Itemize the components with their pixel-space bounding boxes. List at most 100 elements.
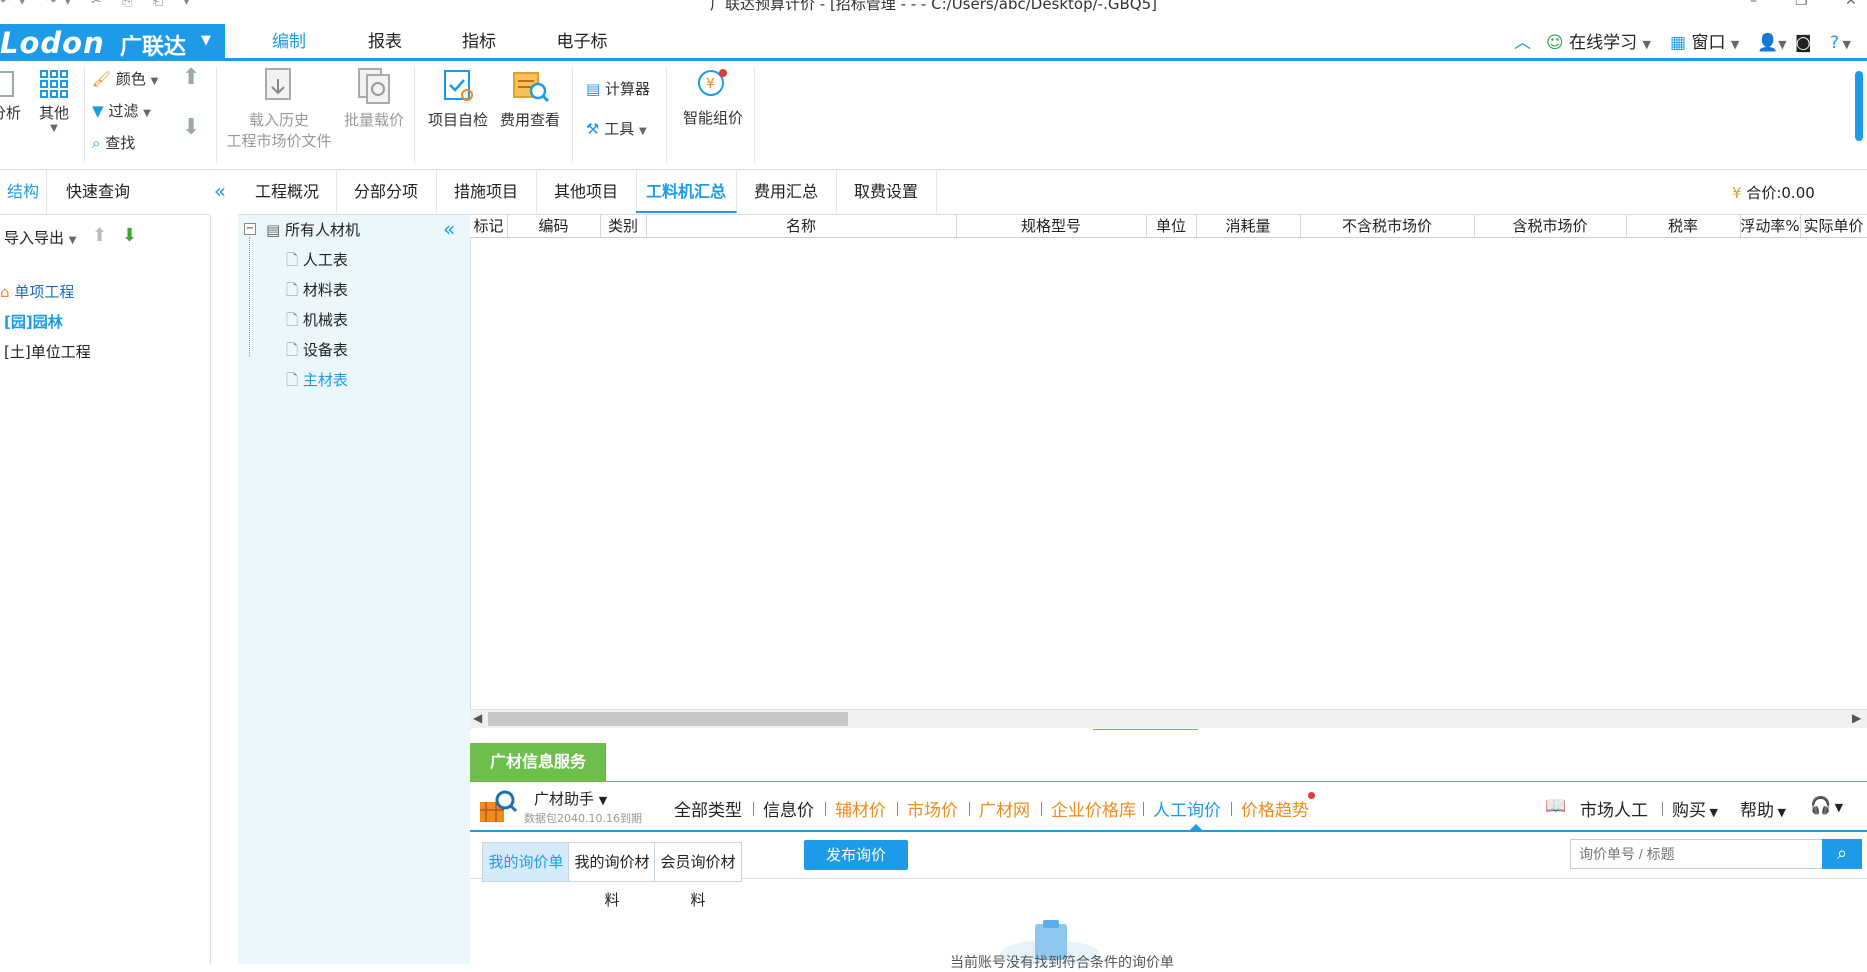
- link-market-price[interactable]: 市场价: [907, 796, 958, 821]
- assistant-dropdown[interactable]: 广材助手 ▼: [534, 788, 607, 809]
- collapse-left-icon[interactable]: «: [205, 170, 235, 213]
- other-button[interactable]: 其他 ▼: [34, 68, 74, 134]
- column-header-actual-price[interactable]: 实际单价: [1800, 215, 1867, 237]
- column-header-price-excl-tax[interactable]: 不含税市场价: [1300, 215, 1475, 237]
- app-logo-menu[interactable]: Lodon 广联达 ▼: [0, 24, 225, 60]
- tab-sub-items[interactable]: 分部分项: [336, 170, 437, 213]
- column-header-consumption[interactable]: 消耗量: [1196, 215, 1301, 237]
- tab-other-items[interactable]: 其他项目: [536, 170, 637, 213]
- column-header-mark[interactable]: 标记: [470, 215, 508, 237]
- close-icon[interactable]: ✕: [1845, 0, 1857, 9]
- import-export-button[interactable]: 导入导出 ▼: [4, 227, 77, 248]
- project-check-button[interactable]: 项目自检: [424, 67, 492, 130]
- restore-icon[interactable]: ❐: [1795, 0, 1808, 9]
- project-check-icon: [444, 70, 473, 101]
- publish-inquiry-button[interactable]: 发布询价: [804, 840, 908, 870]
- column-header-spec[interactable]: 规格型号: [956, 215, 1147, 237]
- tree-item-equipment[interactable]: 🗋 设备表: [286, 335, 348, 365]
- column-header-float-rate[interactable]: 浮动率%: [1740, 215, 1801, 237]
- help-menu[interactable]: 帮助 ▼: [1740, 796, 1786, 821]
- filter-label: 过滤: [108, 102, 139, 120]
- inquiry-search-input[interactable]: [1570, 839, 1840, 869]
- batch-load-button[interactable]: 批量载价: [340, 67, 408, 130]
- tree-item-garden[interactable]: [园]园林: [4, 307, 63, 337]
- fee-view-icon: [513, 72, 550, 103]
- column-header-name[interactable]: 名称: [646, 215, 957, 237]
- column-header-price-incl-tax[interactable]: 含税市场价: [1474, 215, 1627, 237]
- arrow-up-icon[interactable]: ⬆: [92, 225, 107, 246]
- tree-item-machinery[interactable]: 🗋 机械表: [286, 305, 348, 335]
- move-down-icon[interactable]: ⬇: [182, 115, 200, 140]
- tree-item-material[interactable]: 🗋 材料表: [286, 275, 348, 305]
- scroll-right-icon[interactable]: ▶: [1852, 711, 1861, 725]
- house-icon: ⌂: [0, 283, 10, 301]
- scrollbar-thumb[interactable]: [488, 712, 848, 726]
- tree-item-main-material[interactable]: 🗋 主材表: [286, 365, 348, 395]
- other-label: 其他: [38, 104, 69, 122]
- column-header-code[interactable]: 编码: [507, 215, 601, 237]
- tab-quick-query[interactable]: 快速查询: [54, 170, 142, 213]
- buy-menu[interactable]: 购买 ▼: [1672, 796, 1718, 821]
- customer-service-icon[interactable]: 🎧 ▼: [1810, 796, 1843, 816]
- color-button[interactable]: 🖌 颜色 ▼: [92, 67, 158, 91]
- link-labor-inquiry[interactable]: 人工询价: [1153, 796, 1221, 821]
- tab-my-inquiries[interactable]: 我的询价单: [482, 842, 570, 882]
- tab-fee-settings[interactable]: 取费设置: [836, 170, 937, 213]
- fee-view-button[interactable]: 费用查看: [496, 67, 564, 130]
- move-up-icon[interactable]: ⬆: [182, 65, 200, 90]
- tab-my-inquiry-materials[interactable]: 我的询价材料: [568, 842, 656, 909]
- find-button[interactable]: ⌕ 查找: [92, 131, 135, 155]
- total-price: ¥ 合价:0.00: [1732, 182, 1815, 203]
- tab-measures[interactable]: 措施项目: [436, 170, 537, 213]
- online-learning-button[interactable]: ☺ 在线学习 ▼: [1546, 28, 1651, 58]
- tree-root-all-resources[interactable]: ▤ 所有人材机: [266, 215, 360, 245]
- link-material-website[interactable]: 广材网: [979, 796, 1030, 821]
- tools-button[interactable]: ⚒ 工具 ▼: [586, 117, 647, 141]
- tab-edit[interactable]: 编制: [240, 28, 338, 61]
- tab-structure[interactable]: 结构: [0, 170, 47, 213]
- collapse-tree-icon[interactable]: «: [443, 217, 455, 241]
- analysis-button[interactable]: 分析: [0, 68, 26, 123]
- user-icon[interactable]: 👤▼: [1757, 28, 1787, 58]
- tab-e-bid[interactable]: 电子标: [526, 28, 638, 58]
- file-icon: 🗋: [286, 311, 299, 329]
- help-label: 帮助: [1740, 801, 1774, 821]
- link-aux-material-price[interactable]: 辅材价: [835, 796, 886, 821]
- color-bucket-icon: 🖌: [92, 70, 112, 88]
- tab-fee-summary[interactable]: 费用汇总: [736, 170, 837, 213]
- market-labor-link[interactable]: 市场人工: [1580, 796, 1648, 821]
- resource-grid-header: 标记 编码 类别 名称 规格型号 单位 消耗量 不含税市场价 含税市场价 税率 …: [470, 215, 1867, 238]
- horizontal-scrollbar[interactable]: ◀ ▶: [470, 709, 1867, 728]
- tab-resource-summary[interactable]: 工料机汇总: [636, 170, 737, 213]
- search-icon[interactable]: ⌕: [1822, 839, 1862, 869]
- tab-report[interactable]: 报表: [338, 28, 432, 58]
- arrow-down-icon[interactable]: ⬇: [122, 225, 137, 246]
- tree-item-unit-project[interactable]: [土]单位工程: [4, 337, 91, 367]
- link-info-price[interactable]: 信息价: [763, 796, 814, 821]
- grid-icon: ▦: [1670, 33, 1687, 53]
- help-icon[interactable]: ? ▼: [1830, 28, 1851, 58]
- service-tab[interactable]: 广材信息服务: [470, 743, 606, 781]
- tab-member-inquiry-materials[interactable]: 会员询价材料: [654, 842, 742, 909]
- collapse-ribbon-icon[interactable]: ︿: [1514, 28, 1531, 58]
- filter-button[interactable]: ▼ 过滤 ▼: [92, 99, 151, 123]
- link-all-types[interactable]: 全部类型: [674, 796, 742, 821]
- scroll-left-icon[interactable]: ◀: [473, 711, 482, 725]
- tree-item-single-project[interactable]: ⌂ 单项工程: [0, 277, 74, 307]
- window-menu-button[interactable]: ▦ 窗口 ▼: [1670, 28, 1739, 58]
- column-header-category[interactable]: 类别: [600, 215, 647, 237]
- column-header-unit[interactable]: 单位: [1146, 215, 1197, 237]
- robot-icon[interactable]: ◙: [1795, 28, 1812, 58]
- tab-index[interactable]: 指标: [432, 28, 526, 58]
- collapse-node-icon[interactable]: −: [244, 223, 256, 235]
- link-price-trend[interactable]: 价格趋势: [1241, 796, 1309, 821]
- smart-pricing-button[interactable]: ¥ 智能组价: [676, 65, 750, 128]
- tab-project-overview[interactable]: 工程概况: [238, 170, 337, 213]
- tree-item-labor[interactable]: 🗋 人工表: [286, 245, 348, 275]
- link-enterprise-price-library[interactable]: 企业价格库: [1051, 796, 1136, 821]
- calculator-button[interactable]: ▤ 计算器: [586, 77, 650, 101]
- resource-tree-panel: − ▤ 所有人材机 « 🗋 人工表 🗋 材料表 🗋 机械表 🗋 设备表 🗋 主材…: [238, 215, 471, 964]
- minimize-icon[interactable]: –: [1750, 0, 1757, 9]
- load-history-button[interactable]: 载入历史 工程市场价文件: [224, 67, 334, 151]
- column-header-tax-rate[interactable]: 税率: [1626, 215, 1741, 237]
